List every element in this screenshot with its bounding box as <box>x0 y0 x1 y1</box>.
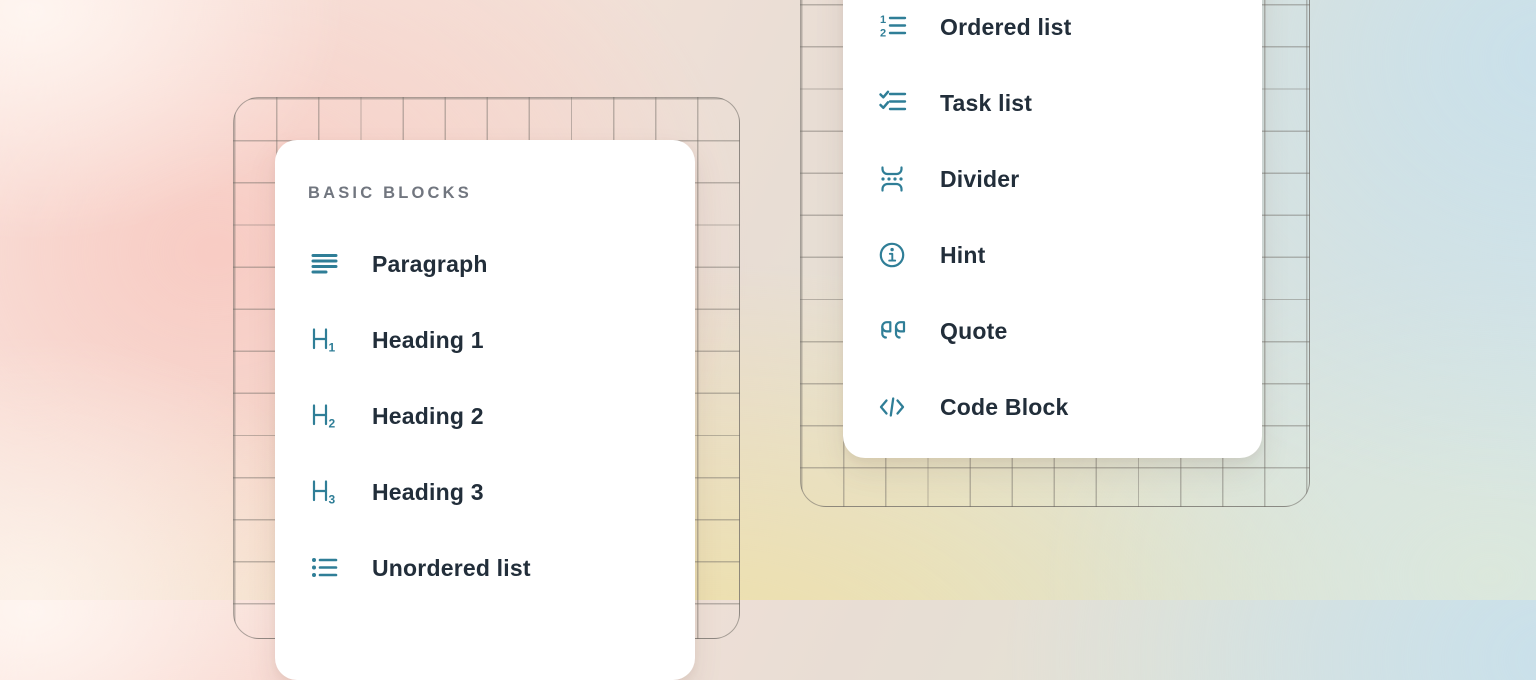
paragraph-icon <box>309 249 339 279</box>
menu-item-label: Unordered list <box>372 555 531 582</box>
svg-text:2: 2 <box>880 28 886 40</box>
menu-item-label: Task list <box>940 90 1032 117</box>
menu-item-label: Ordered list <box>940 14 1072 41</box>
menu-item-label: Divider <box>940 166 1019 193</box>
hint-icon <box>877 240 907 270</box>
task-list-icon <box>877 88 907 118</box>
heading-2-icon: 2 <box>309 401 339 431</box>
menu-item-ordered-list[interactable]: 1 2 Ordered list <box>843 0 1262 65</box>
blocks-menu-continued: 1 2 Ordered list Task list <box>843 0 1262 458</box>
menu-item-label: Hint <box>940 242 986 269</box>
menu-item-label: Heading 1 <box>372 327 484 354</box>
menu-item-unordered-list[interactable]: Unordered list <box>275 530 695 606</box>
menu-item-task-list[interactable]: Task list <box>843 65 1262 141</box>
svg-text:1: 1 <box>880 14 886 26</box>
menu-item-hint[interactable]: Hint <box>843 217 1262 293</box>
menu-item-divider[interactable]: Divider <box>843 141 1262 217</box>
menu-item-label: Code Block <box>940 394 1069 421</box>
basic-blocks-header: BASIC BLOCKS <box>275 178 695 208</box>
svg-text:3: 3 <box>329 493 336 507</box>
menu-item-heading-1[interactable]: 1 Heading 1 <box>275 302 695 378</box>
code-block-icon <box>877 392 907 422</box>
menu-item-label: Heading 3 <box>372 479 484 506</box>
menu-item-label: Quote <box>940 318 1007 345</box>
divider-icon <box>877 164 907 194</box>
svg-text:1: 1 <box>329 341 336 355</box>
menu-item-quote[interactable]: Quote <box>843 293 1262 369</box>
menu-item-paragraph[interactable]: Paragraph <box>275 226 695 302</box>
menu-item-code-block[interactable]: Code Block <box>843 369 1262 445</box>
menu-item-label: Heading 2 <box>372 403 484 430</box>
ordered-list-icon: 1 2 <box>877 12 907 42</box>
heading-3-icon: 3 <box>309 477 339 507</box>
quote-icon <box>877 316 907 346</box>
heading-1-icon: 1 <box>309 325 339 355</box>
svg-text:2: 2 <box>329 417 336 431</box>
menu-item-label: Paragraph <box>372 251 488 278</box>
menu-item-heading-3[interactable]: 3 Heading 3 <box>275 454 695 530</box>
menu-item-heading-2[interactable]: 2 Heading 2 <box>275 378 695 454</box>
unordered-list-icon <box>309 553 339 583</box>
basic-blocks-menu: BASIC BLOCKS Paragraph 1 Heading 1 2 Hea… <box>275 140 695 680</box>
